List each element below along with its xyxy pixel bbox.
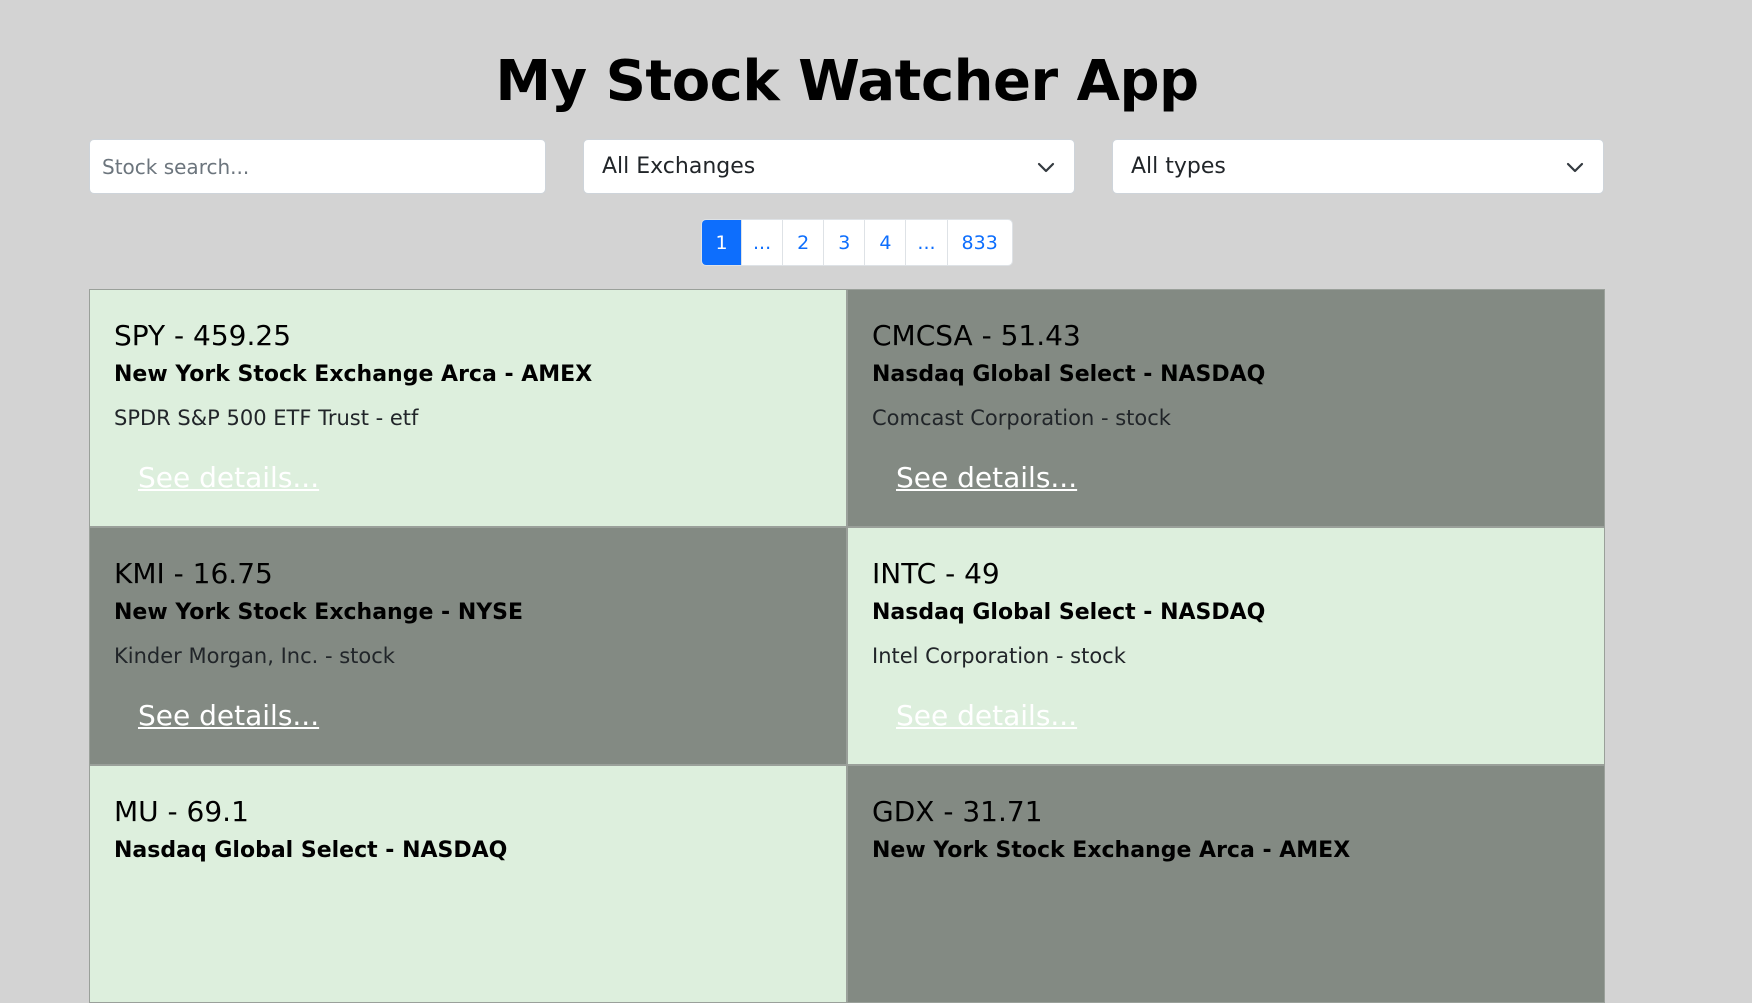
exchange-select[interactable]: All Exchanges: [583, 139, 1075, 194]
type-select-value: All types: [1131, 154, 1226, 179]
chevron-down-icon: [1565, 157, 1585, 177]
stock-card: SPY - 459.25 New York Stock Exchange Arc…: [89, 289, 847, 527]
stock-card: GDX - 31.71 New York Stock Exchange Arca…: [847, 765, 1605, 1003]
stock-exchange: New York Stock Exchange Arca - AMEX: [872, 838, 1351, 863]
stock-exchange: Nasdaq Global Select - NASDAQ: [872, 362, 1266, 387]
stock-exchange: New York Stock Exchange Arca - AMEX: [114, 362, 593, 387]
see-details-link[interactable]: See details...: [138, 699, 319, 732]
stock-exchange: Nasdaq Global Select - NASDAQ: [872, 600, 1266, 625]
page-last-button[interactable]: 833: [946, 220, 1012, 265]
stock-card: KMI - 16.75 New York Stock Exchange - NY…: [89, 527, 847, 765]
stock-title: KMI - 16.75: [114, 557, 273, 590]
stock-grid: SPY - 459.25 New York Stock Exchange Arc…: [89, 289, 1605, 1003]
stock-title: SPY - 459.25: [114, 319, 292, 352]
page-ellipsis-button[interactable]: ...: [741, 220, 782, 265]
see-details-link[interactable]: See details...: [896, 699, 1077, 732]
see-details-link[interactable]: See details...: [896, 461, 1077, 494]
page-1-button[interactable]: 1: [702, 220, 741, 265]
stock-title: MU - 69.1: [114, 795, 249, 828]
stock-description: SPDR S&P 500 ETF Trust - etf: [114, 406, 419, 430]
type-select[interactable]: All types: [1112, 139, 1604, 194]
page-4-button[interactable]: 4: [864, 220, 905, 265]
exchange-select-value: All Exchanges: [602, 154, 756, 179]
page-3-button[interactable]: 3: [823, 220, 864, 265]
stock-title: GDX - 31.71: [872, 795, 1043, 828]
stock-description: Kinder Morgan, Inc. - stock: [114, 644, 395, 668]
stock-description: Intel Corporation - stock: [872, 644, 1126, 668]
see-details-link[interactable]: See details...: [138, 461, 319, 494]
page-2-button[interactable]: 2: [782, 220, 823, 265]
stock-title: INTC - 49: [872, 557, 1000, 590]
stock-card: CMCSA - 51.43 Nasdaq Global Select - NAS…: [847, 289, 1605, 527]
stock-exchange: Nasdaq Global Select - NASDAQ: [114, 838, 508, 863]
pagination: 1 ... 2 3 4 ... 833: [701, 219, 1013, 266]
page-title: My Stock Watcher App: [495, 49, 1199, 114]
stock-exchange: New York Stock Exchange - NYSE: [114, 600, 524, 625]
stock-card: INTC - 49 Nasdaq Global Select - NASDAQ …: [847, 527, 1605, 765]
stock-search-input[interactable]: [89, 139, 546, 194]
stock-title: CMCSA - 51.43: [872, 319, 1081, 352]
stock-card: MU - 69.1 Nasdaq Global Select - NASDAQ: [89, 765, 847, 1003]
page-ellipsis-button[interactable]: ...: [905, 220, 946, 265]
chevron-down-icon: [1036, 157, 1056, 177]
stock-description: Comcast Corporation - stock: [872, 406, 1171, 430]
